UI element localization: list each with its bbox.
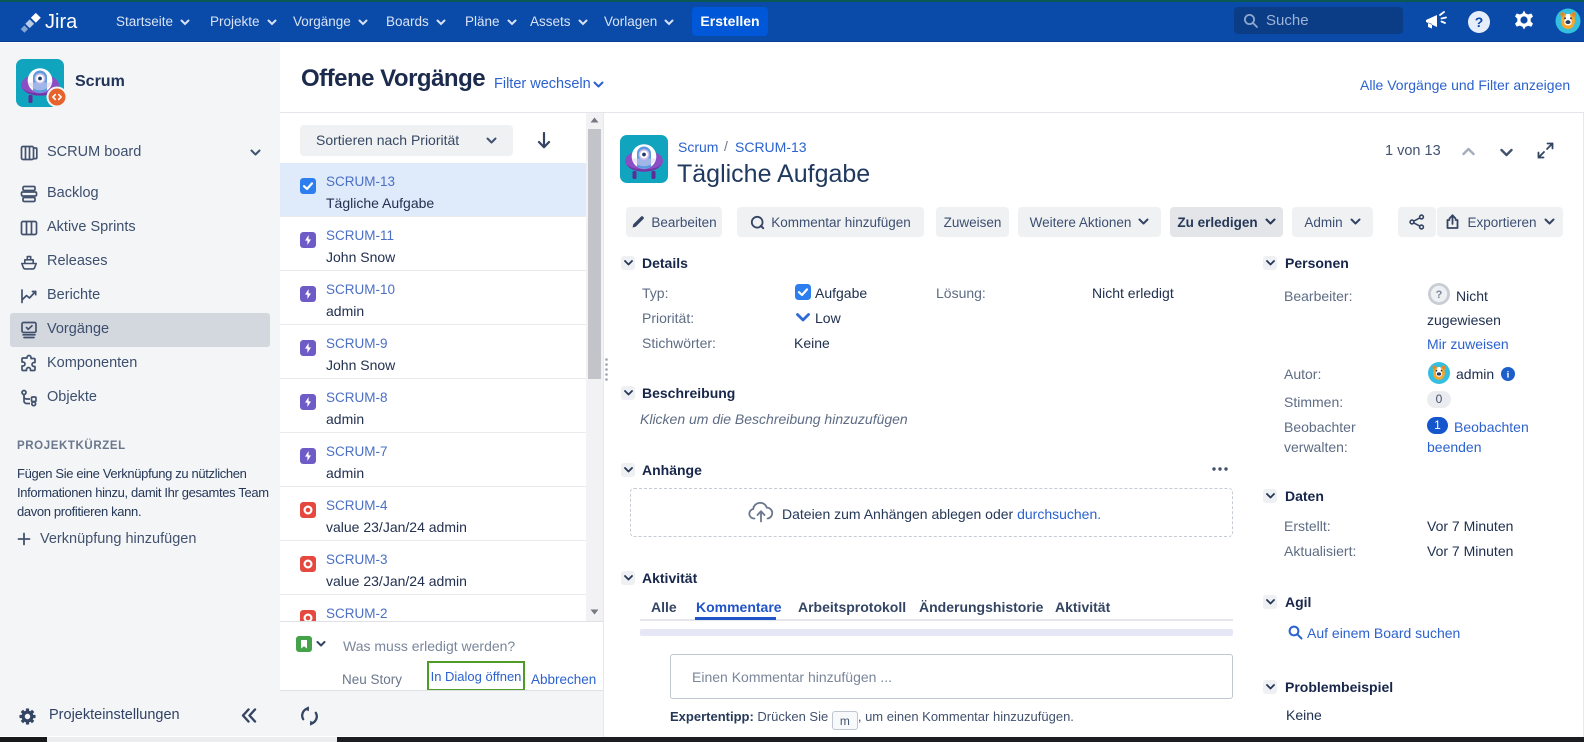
svg-text:?: ? xyxy=(1475,14,1484,30)
svg-text:i: i xyxy=(1507,371,1510,381)
svg-text:?: ? xyxy=(1436,289,1443,301)
